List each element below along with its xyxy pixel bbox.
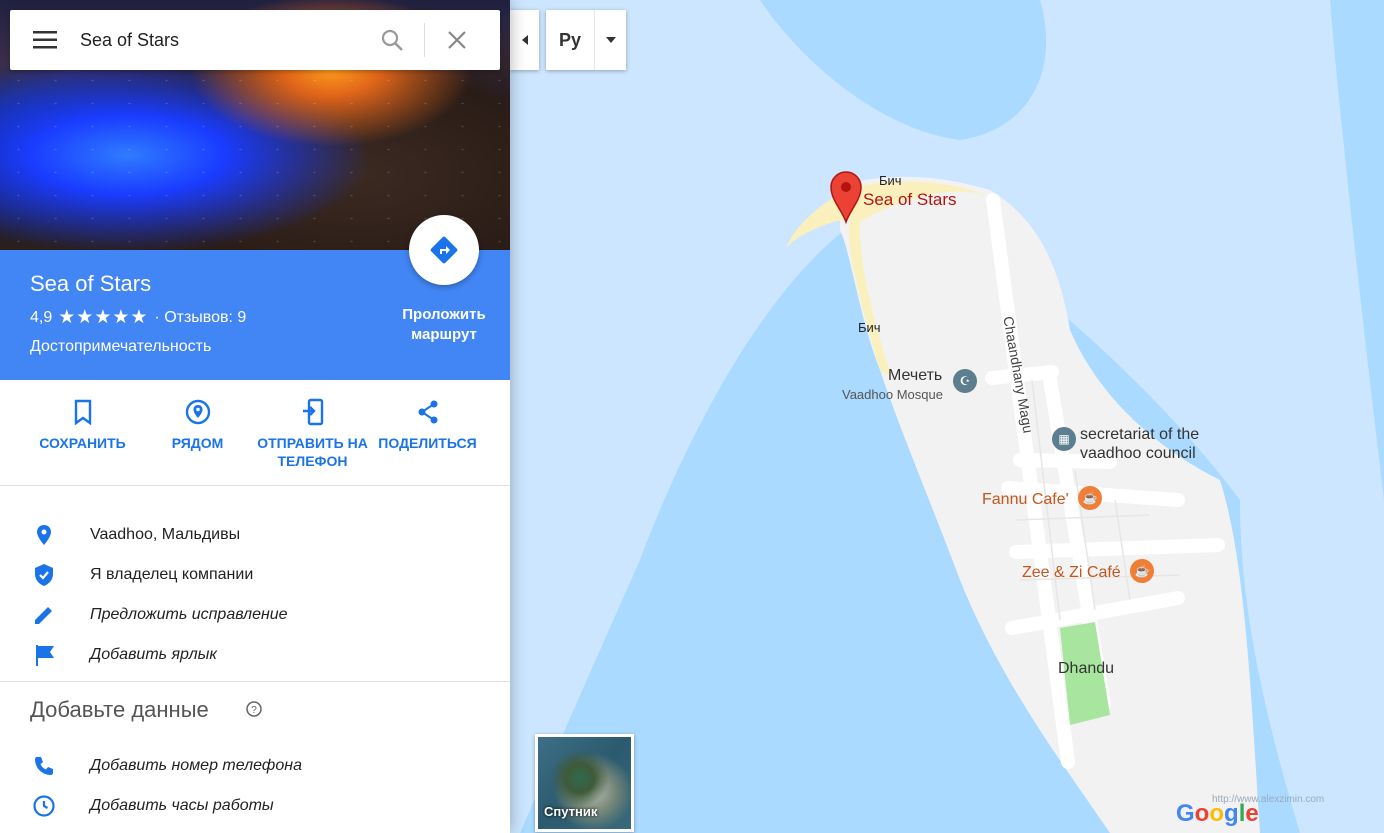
reviews-count[interactable]: · Отзывов: 9	[154, 309, 246, 327]
caret-down-icon	[595, 37, 626, 43]
rating-stars-icon: ★★★★★	[58, 307, 149, 328]
hamburger-menu-icon	[33, 31, 57, 49]
suggest-edit-text: Предложить исправление	[90, 606, 288, 623]
satellite-toggle[interactable]: Спутник	[535, 734, 634, 832]
add-hours-text: Добавить часы работы	[90, 797, 274, 814]
chevron-left-icon	[521, 35, 528, 45]
help-icon[interactable]: ?	[245, 700, 263, 718]
government-building-icon[interactable]: ▦	[1052, 427, 1076, 451]
add-phone-text: Добавить номер телефона	[90, 757, 302, 774]
directions-icon	[430, 236, 458, 264]
action-bar: СОХРАНИТЬ РЯДОМ ОТПРАВИТЬ НА ТЕЛЕФОН ПОД…	[0, 380, 510, 486]
info-list: Vaadhoo, Мальдивы Я владелец компании Пр…	[0, 515, 510, 675]
add-data-list: Добавить номер телефона Добавить часы ра…	[0, 746, 510, 826]
address-row[interactable]: Vaadhoo, Мальдивы	[0, 515, 510, 555]
map-label-mosque[interactable]: Мечеть	[888, 367, 942, 385]
share-label: ПОДЕЛИТЬСЯ	[378, 435, 477, 451]
share-button[interactable]: ПОДЕЛИТЬСЯ	[370, 380, 485, 485]
claim-business-text: Я владелец компании	[90, 566, 254, 583]
mosque-icon[interactable]: ☪	[953, 369, 977, 393]
place-category[interactable]: Достопримечательность	[30, 338, 211, 356]
add-hours-row[interactable]: Добавить часы работы	[0, 786, 510, 826]
add-phone-row[interactable]: Добавить номер телефона	[0, 746, 510, 786]
satellite-label: Спутник	[544, 804, 598, 819]
send-to-phone-icon	[302, 398, 323, 426]
verified-shield-icon	[35, 564, 53, 586]
place-title: Sea of Stars	[30, 271, 152, 296]
save-label: СОХРАНИТЬ	[39, 435, 126, 451]
directions-button[interactable]	[409, 215, 479, 285]
send-to-phone-label: ОТПРАВИТЬ НА ТЕЛЕФОН	[257, 435, 368, 469]
share-icon	[418, 400, 437, 424]
language-label: Ру	[558, 29, 582, 50]
add-data-heading: Добавьте данные	[30, 697, 209, 722]
map-label-mosque-en[interactable]: Vaadhoo Mosque	[842, 387, 943, 402]
phone-icon	[35, 757, 53, 775]
svg-text:?: ?	[251, 705, 257, 716]
map-label-beach: Бич	[858, 320, 881, 335]
rating-row[interactable]: 4,9 ★★★★★ · Отзывов: 9	[30, 306, 246, 329]
suggest-edit-row[interactable]: Предложить исправление	[0, 595, 510, 635]
rating-value: 4,9	[30, 308, 53, 326]
map-label-area: Dhandu	[1058, 660, 1115, 677]
send-to-phone-button[interactable]: ОТПРАВИТЬ НА ТЕЛЕФОН	[255, 380, 370, 485]
search-button[interactable]	[360, 10, 424, 70]
clock-icon	[33, 795, 55, 817]
directions-label[interactable]: Проложить маршрут	[384, 305, 504, 345]
map-label-beach: Бич	[879, 173, 902, 188]
map-label-council[interactable]: secretariat of the vaadhoo council	[1080, 425, 1220, 463]
address-text: Vaadhoo, Мальдивы	[90, 526, 241, 543]
cafe-icon[interactable]: ☕	[1078, 486, 1102, 510]
claim-business-row[interactable]: Я владелец компании	[0, 555, 510, 595]
map-label-place[interactable]: Sea of Stars	[863, 190, 957, 210]
nearby-icon	[185, 399, 210, 425]
search-input[interactable]	[80, 20, 360, 60]
search-icon	[381, 29, 403, 51]
pencil-icon	[35, 607, 52, 624]
menu-button[interactable]	[10, 10, 80, 70]
clear-search-button[interactable]	[425, 10, 489, 70]
nearby-label: РЯДОМ	[171, 435, 224, 451]
add-label-row[interactable]: Добавить ярлык	[0, 635, 510, 675]
close-icon	[448, 31, 466, 49]
search-box	[10, 10, 500, 70]
save-button[interactable]: СОХРАНИТЬ	[25, 380, 140, 485]
nearby-button[interactable]: РЯДОМ	[140, 380, 255, 485]
collapse-panel-button[interactable]	[510, 10, 539, 70]
location-pin-icon	[37, 525, 51, 545]
map-label-cafe[interactable]: Fannu Cafe'	[982, 491, 1069, 509]
flag-icon	[36, 645, 54, 666]
cafe-icon[interactable]: ☕	[1130, 559, 1154, 583]
bookmark-icon	[74, 399, 91, 426]
map-label-cafe[interactable]: Zee & Zi Café	[1022, 564, 1121, 582]
divider	[0, 681, 510, 682]
language-selector[interactable]: Ру	[546, 10, 626, 70]
place-header: Sea of Stars 4,9 ★★★★★ · Отзывов: 9 Дост…	[0, 215, 510, 380]
add-label-text: Добавить ярлык	[90, 646, 217, 663]
google-logo: Google	[1176, 800, 1259, 827]
place-panel: Sea of Stars 4,9 ★★★★★ · Отзывов: 9 Дост…	[0, 0, 510, 833]
